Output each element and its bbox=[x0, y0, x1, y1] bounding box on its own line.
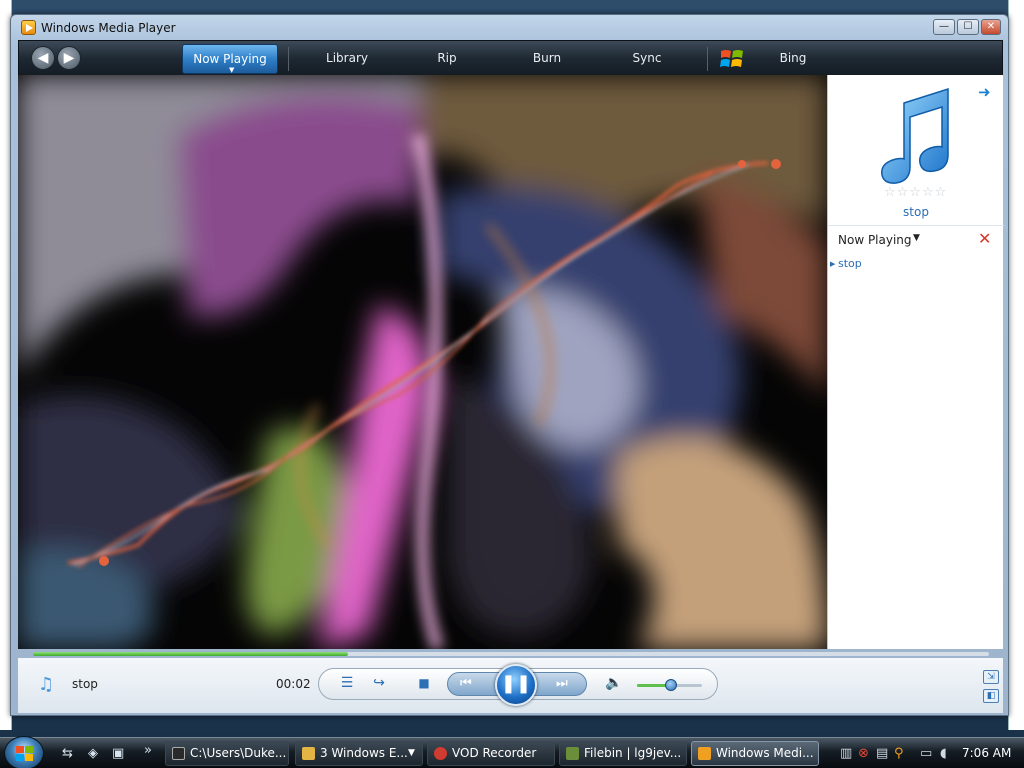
window-title: Windows Media Player bbox=[41, 21, 176, 35]
recorder-icon bbox=[434, 747, 447, 760]
switch-view-icon[interactable]: ⇲ bbox=[983, 670, 999, 684]
pane-divider bbox=[828, 225, 1004, 226]
filebin-icon bbox=[566, 747, 579, 760]
taskbar-item-label: Windows Medi... bbox=[716, 746, 814, 760]
previous-button[interactable]: ⏮ bbox=[460, 676, 472, 691]
background-window-right bbox=[1008, 0, 1024, 730]
security-icon[interactable]: ⊗ bbox=[858, 746, 869, 761]
taskbar-item-filebin[interactable]: Filebin | lg9jev... bbox=[559, 741, 687, 766]
forward-button[interactable]: ▶ bbox=[57, 46, 81, 70]
update-icon[interactable]: ▤ bbox=[876, 746, 888, 761]
close-button[interactable]: ✕ bbox=[981, 19, 1001, 35]
tab-bing[interactable]: Bing bbox=[755, 44, 831, 74]
desktop: Windows Media Player — ☐ ✕ ◀ ▶ Now Playi… bbox=[0, 0, 1024, 768]
playlist-title[interactable]: Now Playing bbox=[838, 233, 912, 247]
maximize-button[interactable]: ☐ bbox=[957, 19, 979, 35]
tab-library[interactable]: Library bbox=[309, 44, 385, 74]
status-track-name: stop bbox=[72, 677, 98, 691]
devices-icon[interactable]: ▥ bbox=[840, 746, 852, 761]
windows-logo-icon bbox=[720, 50, 743, 67]
volume-icon[interactable]: 🔈 bbox=[605, 675, 622, 691]
chevron-down-icon: ▼ bbox=[408, 748, 415, 758]
system-tray: ▥ ⊗ ▤ ⚲ ▭ ◖ 7:06 AM bbox=[832, 741, 1024, 766]
playback-controls: ♫ stop 00:02 ☰ ↪ ■ ⏮ ⏭ ❚❚ 🔈 ⇲ ◧ bbox=[18, 658, 1003, 713]
folder-icon bbox=[302, 747, 315, 760]
chevron-down-icon[interactable]: ▼ bbox=[913, 233, 920, 243]
wmp-icon bbox=[698, 747, 711, 760]
shield-icon[interactable]: ◈ bbox=[88, 746, 98, 761]
tab-now-playing-label: Now Playing bbox=[193, 52, 267, 66]
network-icon[interactable]: ▭ bbox=[920, 746, 932, 761]
search-icon[interactable]: ⚲ bbox=[894, 746, 904, 761]
clear-list-icon[interactable]: ✕ bbox=[978, 229, 991, 248]
repeat-button[interactable]: ↪ bbox=[369, 675, 389, 691]
play-indicator-icon: ▶ bbox=[830, 260, 836, 268]
visualization-graphic bbox=[18, 75, 827, 649]
tab-rip[interactable]: Rip bbox=[409, 44, 485, 74]
tab-burn[interactable]: Burn bbox=[509, 44, 585, 74]
nav-divider bbox=[707, 47, 708, 71]
windows-logo-icon bbox=[16, 746, 33, 761]
list-item[interactable]: stop bbox=[838, 257, 862, 270]
arrow-right-icon[interactable]: ➜ bbox=[978, 83, 991, 101]
seek-bar[interactable] bbox=[33, 652, 989, 656]
show-desktop-icon[interactable]: ▣ bbox=[112, 746, 124, 761]
wmp-app-icon bbox=[21, 20, 36, 35]
pause-button[interactable]: ❚❚ bbox=[495, 664, 537, 706]
taskbar: ⇆ ◈ ▣ » C:\Users\Duke... 3 Windows E... … bbox=[0, 736, 1024, 768]
rating-stars[interactable]: ☆☆☆☆☆ bbox=[884, 185, 947, 200]
navigation-bar: ◀ ▶ Now Playing ▼ Library Rip Burn Sync … bbox=[18, 40, 1003, 76]
taskbar-item-label: VOD Recorder bbox=[452, 746, 537, 760]
elapsed-time[interactable]: 00:02 bbox=[276, 677, 311, 691]
tab-now-playing[interactable]: Now Playing ▼ bbox=[182, 44, 278, 74]
nav-divider bbox=[288, 47, 289, 71]
music-note-icon bbox=[881, 87, 949, 184]
back-button[interactable]: ◀ bbox=[31, 46, 55, 70]
chevron-down-icon: ▼ bbox=[229, 66, 235, 74]
tab-sync[interactable]: Sync bbox=[609, 44, 685, 74]
taskbar-item-explorer[interactable]: 3 Windows E... ▼ bbox=[295, 741, 423, 766]
current-song-title[interactable]: stop bbox=[828, 205, 1004, 219]
quick-launch-overflow[interactable]: » bbox=[144, 743, 152, 758]
transport-bar: ☰ ↪ ■ ⏮ ⏭ ❚❚ 🔈 bbox=[318, 664, 718, 706]
taskbar-item-wmp[interactable]: Windows Medi... bbox=[691, 741, 819, 766]
list-pane: ➜ ☆☆☆☆☆ stop Now Playing ▼ ✕ ▶ stop bbox=[827, 75, 1004, 649]
start-button[interactable] bbox=[4, 736, 44, 768]
volume-icon[interactable]: ◖ bbox=[940, 746, 947, 761]
minimize-button[interactable]: — bbox=[933, 19, 955, 35]
volume-slider-handle[interactable] bbox=[664, 679, 677, 691]
stop-button[interactable]: ■ bbox=[414, 676, 434, 690]
compact-mode-icon[interactable]: ◧ bbox=[983, 689, 999, 703]
seek-progress bbox=[33, 652, 349, 656]
shuffle-button[interactable]: ☰ bbox=[337, 675, 357, 691]
taskbar-item-label: 3 Windows E... bbox=[320, 746, 408, 760]
media-player-window: Windows Media Player — ☐ ✕ ◀ ▶ Now Playi… bbox=[10, 14, 1009, 716]
title-bar[interactable]: Windows Media Player — ☐ ✕ bbox=[11, 15, 1008, 41]
taskbar-item-label: C:\Users\Duke... bbox=[190, 746, 287, 760]
volume-slider[interactable] bbox=[637, 679, 702, 691]
cmd-icon bbox=[172, 747, 185, 760]
next-button[interactable]: ⏭ bbox=[556, 676, 568, 691]
taskbar-item-label: Filebin | lg9jev... bbox=[584, 746, 682, 760]
music-note-icon: ♫ bbox=[38, 674, 55, 695]
taskbar-item-vod-recorder[interactable]: VOD Recorder bbox=[427, 741, 555, 766]
clock[interactable]: 7:06 AM bbox=[962, 746, 1011, 760]
taskbar-item-cmd[interactable]: C:\Users\Duke... bbox=[165, 741, 289, 766]
visualization[interactable] bbox=[18, 75, 827, 649]
ie-icon[interactable]: ⇆ bbox=[62, 746, 73, 761]
